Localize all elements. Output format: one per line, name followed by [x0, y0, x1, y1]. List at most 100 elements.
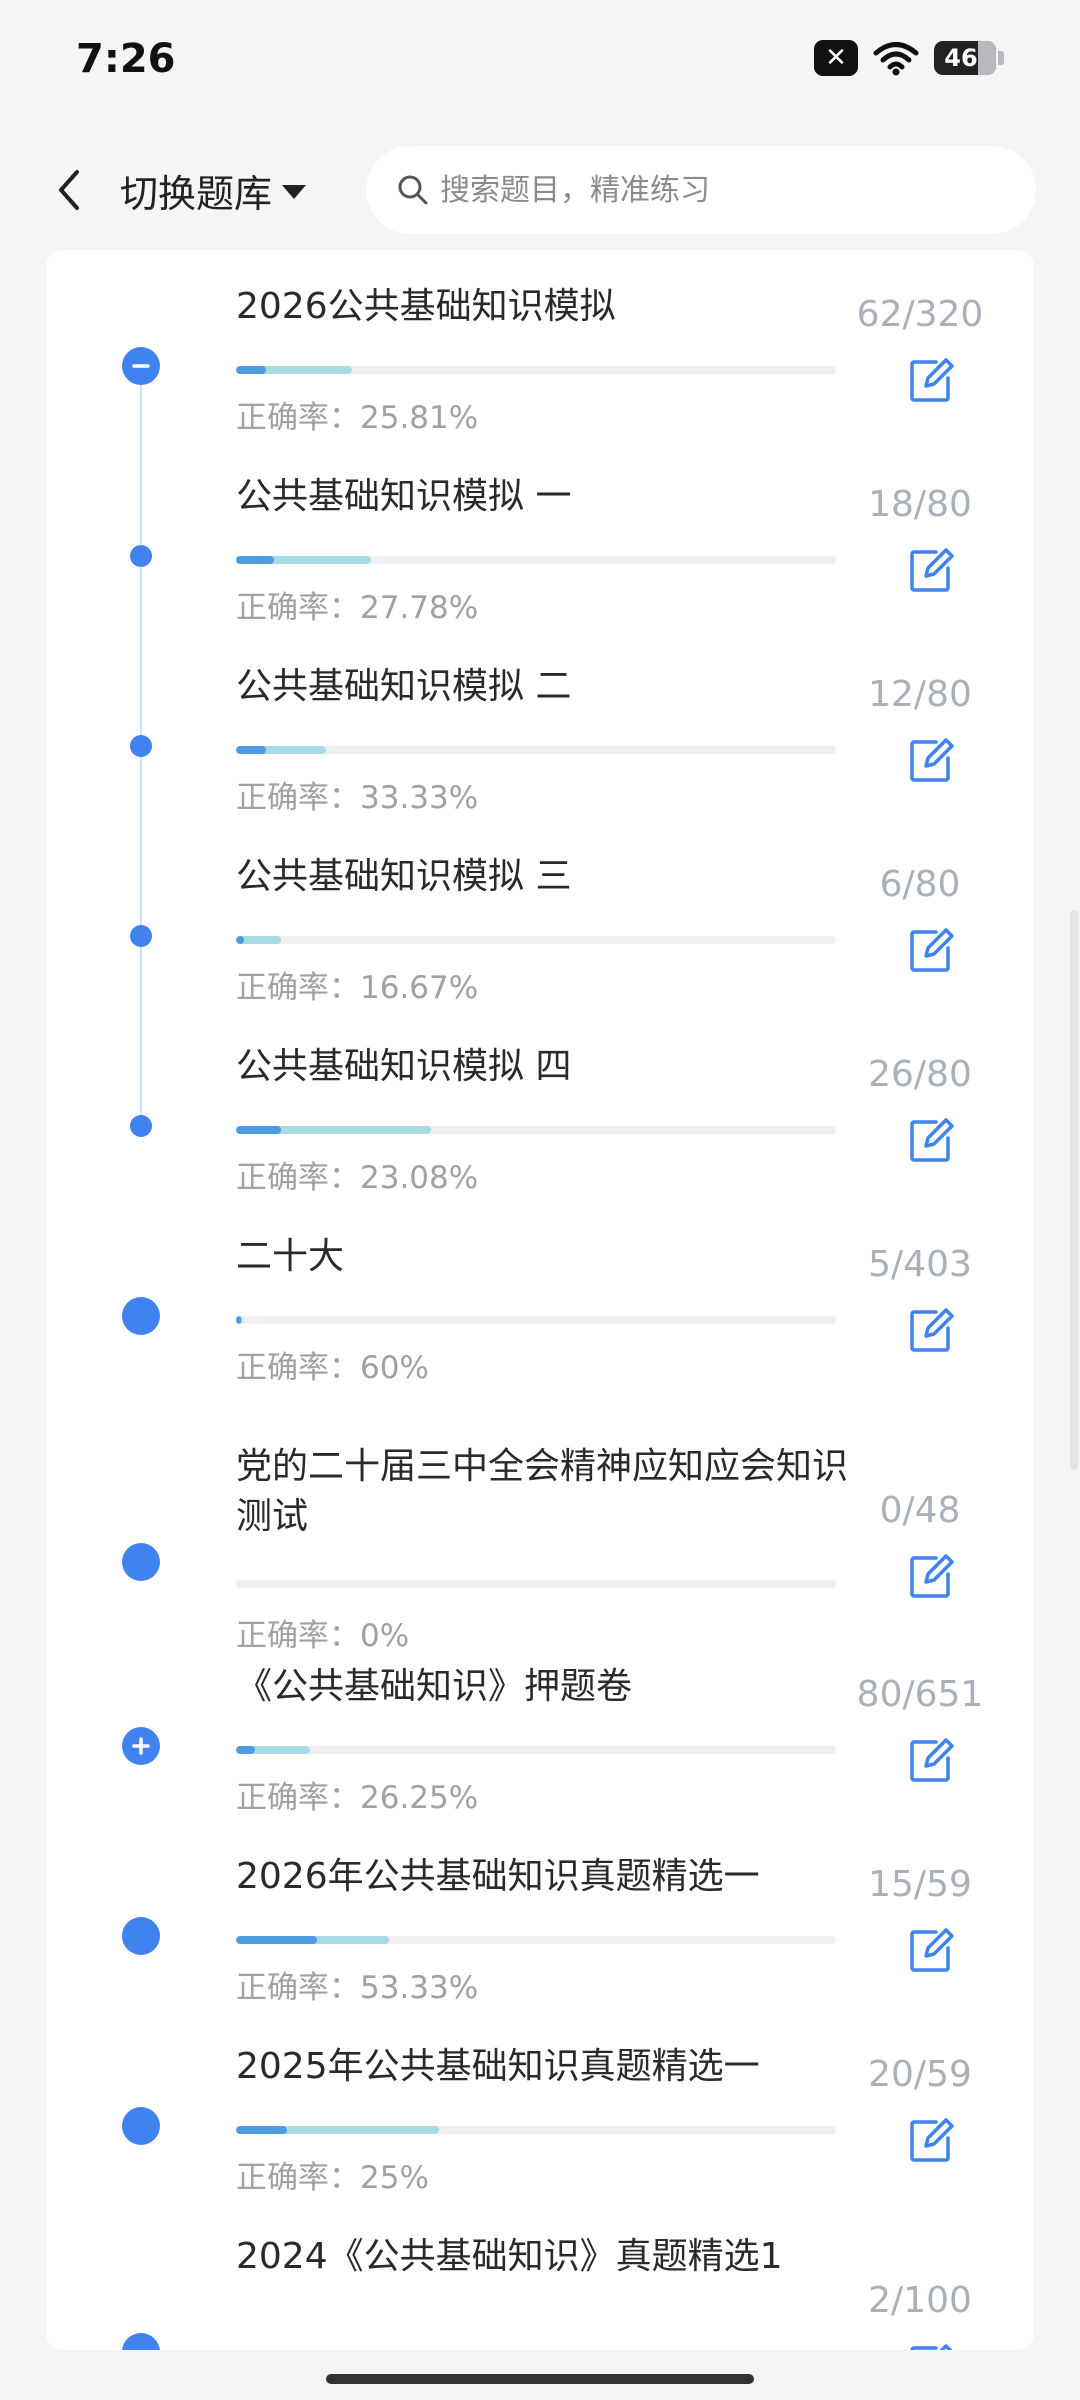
edit-icon	[910, 358, 954, 402]
accuracy-rate: 正确率：26.25%	[236, 1780, 479, 1816]
progress-correct-fill	[236, 936, 244, 944]
search-input[interactable]	[438, 171, 1002, 209]
status-bar: 7:26 ✕ 46	[0, 0, 1080, 130]
progress-correct-fill	[236, 1746, 256, 1754]
edit-icon	[910, 1554, 954, 1598]
bank-title: 公共基础知识模拟 一	[236, 476, 572, 517]
accuracy-rate: 正确率：23.08%	[236, 1160, 479, 1196]
bank-row[interactable]: 二十大 正确率：60% 5/403	[46, 1200, 1034, 1390]
bank-row[interactable]: 2025年公共基础知识真题精选一正确率：25% 20/59	[46, 2010, 1034, 2200]
edit-icon	[910, 2118, 954, 2162]
practice-edit-button[interactable]	[906, 2116, 956, 2166]
back-button[interactable]	[44, 160, 94, 220]
bank-row[interactable]: 党的二十届三中全会精神应知应会知识测试 正确率：0% 0/48	[46, 1410, 1034, 1654]
question-bank-list: 2026公共基础知识模拟 正确率：25.81% 62/320 公共基础知识模拟 一正确…	[46, 250, 1034, 2350]
practice-edit-button[interactable]	[906, 356, 956, 406]
battery-tip	[998, 51, 1004, 65]
tree-node-dot	[122, 1917, 160, 1955]
wifi-icon	[872, 40, 920, 76]
bank-row[interactable]: 公共基础知识模拟 四正确率：23.08% 26/80	[46, 1010, 1034, 1200]
tree-node-dot	[130, 925, 152, 947]
chevron-left-icon	[59, 170, 79, 210]
bank-title: 2026年公共基础知识真题精选一	[236, 1856, 760, 1897]
progress-bar	[236, 556, 836, 564]
bank-row[interactable]: 2024《公共基础知识》真题精选1正确率：50%2/100	[46, 2200, 1034, 2350]
practice-edit-button[interactable]	[906, 736, 956, 786]
practice-edit-button[interactable]	[906, 1116, 956, 1166]
edit-icon	[910, 928, 954, 972]
tree-node-dot	[130, 545, 152, 567]
bank-row[interactable]: 公共基础知识模拟 二正确率：33.33% 12/80	[46, 630, 1034, 820]
notification-x-icon: ✕	[814, 40, 858, 76]
progress-correct-fill	[236, 1126, 281, 1134]
collapse-minus-icon[interactable]	[122, 347, 160, 385]
bank-title: 二十大	[236, 1236, 345, 1277]
progress-count: 0/48	[879, 1490, 961, 1531]
home-indicator[interactable]	[326, 2374, 754, 2384]
tree-node-dot	[122, 1297, 160, 1335]
scrollbar[interactable]	[1070, 910, 1078, 1470]
bank-row[interactable]: 《公共基础知识》押题卷正确率：26.25% 80/651	[46, 1630, 1034, 1820]
accuracy-rate: 正确率：16.67%	[236, 970, 479, 1006]
progress-count: 26/80	[868, 1054, 972, 1095]
bank-title: 公共基础知识模拟 二	[236, 666, 572, 707]
progress-count: 2/100	[868, 2280, 972, 2321]
progress-count: 5/403	[868, 1244, 972, 1285]
progress-count: 6/80	[879, 864, 961, 905]
practice-edit-button[interactable]	[906, 1736, 956, 1786]
accuracy-rate: 正确率：25%	[236, 2160, 429, 2196]
bank-title: 2026公共基础知识模拟	[236, 286, 616, 327]
progress-count: 18/80	[868, 484, 972, 525]
edit-icon	[910, 1928, 954, 1972]
bank-title: 党的二十届三中全会精神应知应会知识测试	[236, 1446, 849, 1537]
search-bar[interactable]	[366, 146, 1036, 234]
practice-edit-button[interactable]	[906, 1926, 956, 1976]
progress-count: 12/80	[868, 674, 972, 715]
accuracy-rate: 正确率：25.81%	[236, 400, 479, 436]
practice-edit-button[interactable]	[906, 546, 956, 596]
bank-title: 2025年公共基础知识真题精选一	[236, 2046, 760, 2087]
status-time: 7:26	[76, 36, 176, 82]
bank-row[interactable]: 公共基础知识模拟 一正确率：27.78% 18/80	[46, 440, 1034, 630]
edit-icon	[910, 2344, 953, 2350]
bank-title: 2024《公共基础知识》真题精选1	[236, 2236, 783, 2277]
progress-correct-fill	[236, 366, 266, 374]
practice-edit-button[interactable]	[906, 2342, 956, 2350]
progress-correct-fill	[236, 746, 266, 754]
header: 切换题库	[0, 130, 1080, 250]
caret-down-icon	[282, 185, 307, 199]
bank-row[interactable]: 公共基础知识模拟 三正确率：16.67% 6/80	[46, 820, 1034, 1010]
expand-plus-icon[interactable]	[122, 1727, 160, 1765]
progress-count: 80/651	[856, 1674, 984, 1715]
progress-bar	[236, 1316, 836, 1324]
bank-row[interactable]: 2026年公共基础知识真题精选一正确率：53.33% 15/59	[46, 1820, 1034, 2010]
tree-node-dot	[122, 1543, 160, 1581]
accuracy-rate: 正确率：53.33%	[236, 1970, 479, 2006]
accuracy-rate: 正确率：33.33%	[236, 780, 479, 816]
progress-bar	[236, 1936, 836, 1944]
switch-bank-dropdown[interactable]: 切换题库	[120, 160, 307, 220]
progress-count: 62/320	[856, 294, 984, 335]
progress-count: 20/59	[868, 2054, 972, 2095]
bank-title: 《公共基础知识》押题卷	[236, 1666, 633, 1707]
progress-bar	[236, 2126, 836, 2134]
progress-correct-fill	[236, 1316, 241, 1324]
practice-edit-button[interactable]	[906, 1552, 956, 1602]
progress-bar	[236, 1126, 836, 1134]
practice-edit-button[interactable]	[906, 926, 956, 976]
progress-correct-fill	[236, 1936, 318, 1944]
tree-node-dot	[122, 2107, 160, 2145]
practice-edit-button[interactable]	[906, 1306, 956, 1356]
tree-node-dot	[130, 735, 152, 757]
status-icons: ✕ 46	[814, 40, 1004, 76]
bank-row[interactable]: 2026公共基础知识模拟正确率：25.81% 62/320	[46, 250, 1034, 440]
progress-bar	[236, 936, 836, 944]
edit-icon	[910, 738, 954, 782]
progress-count: 15/59	[868, 1864, 972, 1905]
progress-bar	[236, 366, 836, 374]
progress-bar	[236, 746, 836, 754]
bank-title: 公共基础知识模拟 三	[236, 856, 572, 897]
bank-title: 公共基础知识模拟 四	[236, 1046, 572, 1087]
switch-bank-label: 切换题库	[120, 171, 273, 216]
edit-icon	[910, 1308, 954, 1352]
